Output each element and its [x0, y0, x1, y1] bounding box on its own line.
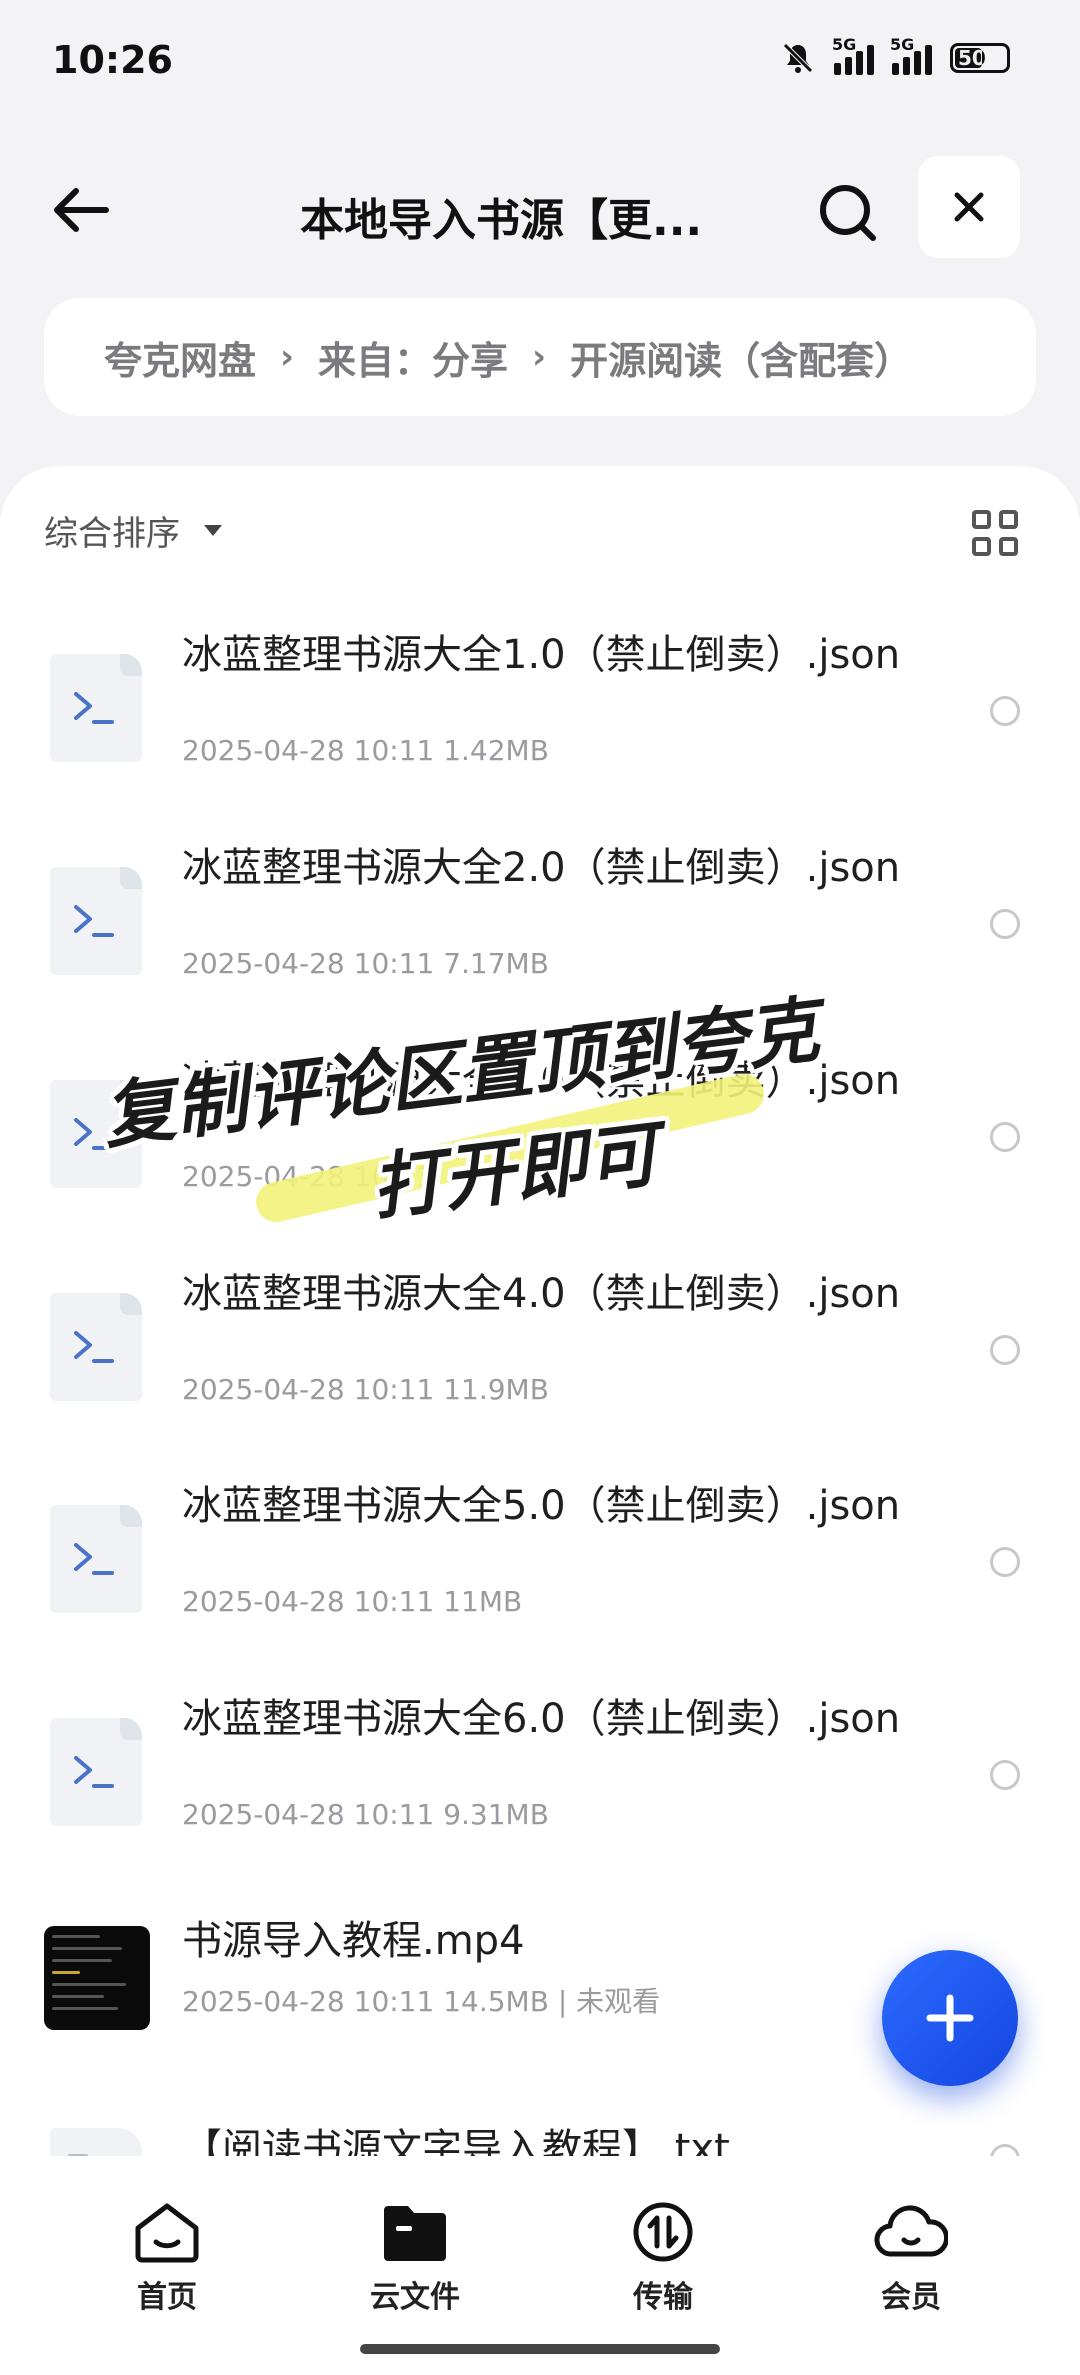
select-radio[interactable]: [990, 909, 1020, 939]
page-title: 本地导入书源【更...: [300, 195, 703, 246]
file-row[interactable]: 冰蓝整理书源大全4.0（禁止倒卖）.json 2025-04-28 10:11 …: [0, 1249, 1080, 1429]
search-button[interactable]: [808, 178, 888, 248]
bottom-tab-bar: 首页 云文件 传输 会员: [0, 2156, 1080, 2375]
breadcrumb-item-folder[interactable]: 开源阅读（含配套）: [570, 330, 912, 385]
mute-bell-icon: [783, 43, 813, 73]
breadcrumb-item-root[interactable]: 夸克网盘: [104, 330, 256, 385]
file-row[interactable]: 【阅读书源文字导入教程】.txt: [0, 2104, 1080, 2156]
select-radio[interactable]: [990, 696, 1020, 726]
home-indicator[interactable]: [360, 2344, 720, 2354]
chevron-right-icon: ›: [532, 337, 547, 377]
file-meta: 2025-04-28 10:11 9.31MB: [182, 1798, 549, 1831]
cloud-member-icon: [874, 2205, 948, 2257]
chevron-right-icon: ›: [280, 337, 295, 377]
code-file-icon: [50, 1293, 142, 1401]
select-radio[interactable]: [990, 1335, 1020, 1365]
code-file-icon: [50, 1080, 142, 1188]
tab-member[interactable]: 会员: [826, 2200, 996, 2316]
file-meta: 2025-04-28 10:11: [182, 1160, 435, 1193]
grid-view-button[interactable]: [972, 510, 1018, 556]
text-file-icon: [50, 2128, 142, 2156]
file-row[interactable]: 冰蓝整理书源大全3.0（禁止倒卖）.json 2025-04-28 10:11: [0, 1036, 1080, 1216]
breadcrumb-item-share[interactable]: 来自：分享: [318, 330, 508, 385]
plus-icon: [926, 1994, 974, 2042]
file-name: 冰蓝整理书源大全5.0（禁止倒卖）.json: [182, 1483, 901, 1529]
file-meta: 2025-04-28 10:11 14.5MB | 未观看: [182, 1985, 661, 2018]
close-icon: [954, 192, 984, 222]
tab-transfer-label: 传输: [633, 2280, 693, 2315]
video-thumbnail: [44, 1926, 150, 2030]
sort-dropdown[interactable]: 综合排序: [44, 506, 222, 555]
select-radio[interactable]: [990, 1760, 1020, 1790]
file-name: 书源导入教程.mp4: [182, 1918, 525, 1964]
grid-icon: [972, 510, 991, 529]
code-file-icon: [50, 654, 142, 762]
file-meta: 2025-04-28 10:11 7.17MB: [182, 947, 549, 980]
file-name: 冰蓝整理书源大全3.0（禁止倒卖）.json: [182, 1058, 901, 1104]
search-icon: [820, 185, 876, 241]
signal-1-icon: 5G: [832, 35, 874, 75]
arrow-left-icon: [54, 188, 109, 232]
tab-home-label: 首页: [137, 2280, 197, 2315]
tab-home[interactable]: 首页: [82, 2200, 252, 2316]
header: 本地导入书源【更...: [0, 150, 1080, 270]
file-name: 冰蓝整理书源大全6.0（禁止倒卖）.json: [182, 1696, 901, 1742]
back-button[interactable]: [40, 180, 120, 240]
file-row[interactable]: 冰蓝整理书源大全1.0（禁止倒卖）.json 2025-04-28 10:11 …: [0, 610, 1080, 790]
close-button[interactable]: [918, 156, 1020, 258]
file-list-panel: 综合排序 冰蓝整理书源大全1.0（禁止倒卖）.json 2025-04-28 1…: [0, 466, 1080, 2156]
select-radio[interactable]: [990, 1122, 1020, 1152]
file-meta: 2025-04-28 10:11 11.9MB: [182, 1373, 549, 1406]
file-meta: 2025-04-28 10:11 1.42MB: [182, 734, 549, 767]
folder-icon: [384, 2206, 446, 2261]
caret-down-icon: [204, 525, 222, 536]
file-row[interactable]: 冰蓝整理书源大全6.0（禁止倒卖）.json 2025-04-28 10:11 …: [0, 1674, 1080, 1854]
select-radio[interactable]: [990, 2144, 1020, 2156]
file-row[interactable]: 冰蓝整理书源大全5.0（禁止倒卖）.json 2025-04-28 10:11 …: [0, 1461, 1080, 1641]
file-row[interactable]: 冰蓝整理书源大全2.0（禁止倒卖）.json 2025-04-28 10:11 …: [0, 823, 1080, 1003]
tab-cloud-files[interactable]: 云文件: [330, 2200, 500, 2316]
file-meta: 2025-04-28 10:11 11MB: [182, 1585, 523, 1618]
file-name: 冰蓝整理书源大全1.0（禁止倒卖）.json: [182, 632, 901, 678]
home-icon: [135, 2203, 199, 2263]
code-file-icon: [50, 1718, 142, 1826]
file-name: 冰蓝整理书源大全2.0（禁止倒卖）.json: [182, 845, 901, 891]
code-file-icon: [50, 867, 142, 975]
status-bar: 10:26 5G 5G 50: [0, 0, 1080, 130]
select-radio[interactable]: [990, 1547, 1020, 1577]
file-name: 冰蓝整理书源大全4.0（禁止倒卖）.json: [182, 1271, 901, 1317]
status-time: 10:26: [52, 38, 173, 82]
code-file-icon: [50, 1505, 142, 1613]
add-button[interactable]: [882, 1950, 1018, 2086]
tab-member-label: 会员: [881, 2280, 941, 2315]
sort-label: 综合排序: [44, 514, 180, 554]
file-name: 【阅读书源文字导入教程】.txt: [182, 2126, 730, 2156]
battery-icon: 50: [950, 43, 1010, 73]
tab-transfer[interactable]: 传输: [578, 2200, 748, 2316]
tab-cloud-files-label: 云文件: [370, 2280, 460, 2315]
transfer-icon: [633, 2202, 693, 2262]
breadcrumb: 夸克网盘 › 来自：分享 › 开源阅读（含配套）: [44, 298, 1036, 416]
signal-2-icon: 5G: [890, 35, 932, 75]
status-icons: 5G 5G 50: [780, 35, 1010, 76]
